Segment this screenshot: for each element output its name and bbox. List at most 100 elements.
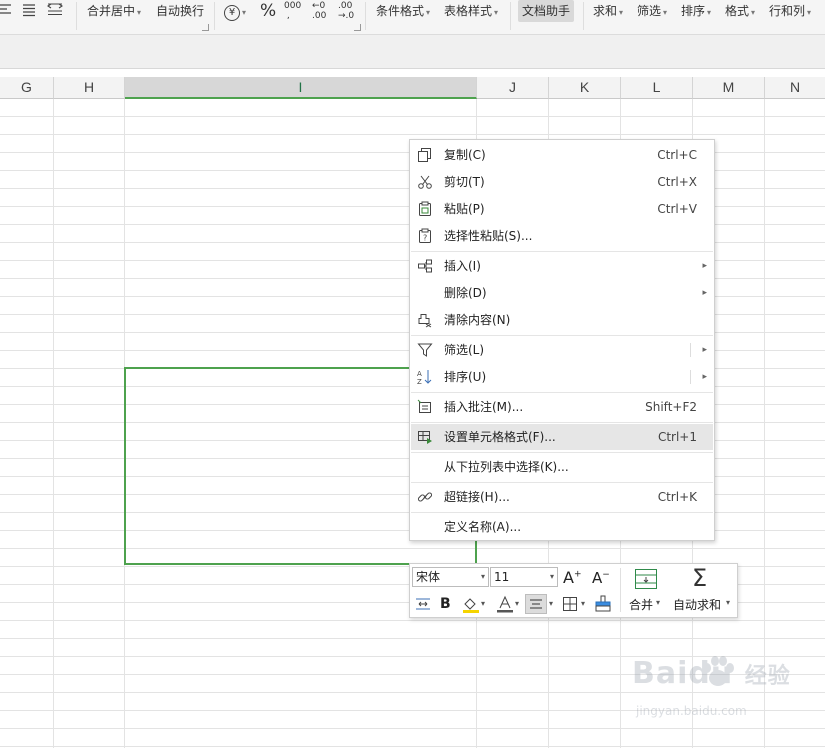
merge-center-button[interactable]: 合并居中 ▾ (87, 0, 141, 22)
merge-cells-icon[interactable] (415, 596, 431, 612)
chevron-down-icon[interactable]: ▾ (549, 599, 553, 608)
sort-icon: AZ (417, 370, 432, 385)
align-center-button[interactable] (525, 594, 547, 614)
format-painter-icon[interactable] (594, 595, 612, 613)
dialog-launcher-icon[interactable] (202, 24, 209, 31)
menu-item-label: 从下拉列表中选择(K)... (444, 460, 569, 474)
column-header-k[interactable]: K (549, 77, 621, 99)
merge-button[interactable]: 合并 ▾ (626, 566, 666, 614)
menu-item-format-cells[interactable]: 设置单元格格式(F)... Ctrl+1 (411, 424, 713, 450)
format-button[interactable]: 格式 ▾ (725, 0, 755, 22)
svg-text:A: A (417, 370, 422, 378)
menu-item-hyperlink[interactable]: 超链接(H)... Ctrl+K (411, 484, 713, 510)
filter-button[interactable]: 筛选 ▾ (637, 0, 667, 22)
font-name-select[interactable]: 宋体 ▾ (412, 567, 489, 587)
ribbon-separator (76, 2, 77, 30)
menu-item-filter[interactable]: 筛选(L) ▸ (411, 337, 713, 363)
link-icon (417, 492, 433, 502)
autosum-button[interactable]: Σ 自动求和 ▾ (670, 564, 736, 614)
menu-item-shortcut: Ctrl+X (657, 175, 697, 189)
menu-item-clear-contents[interactable]: 清除内容(N) (411, 307, 713, 333)
fill-color-icon[interactable] (462, 595, 480, 613)
watermark-brand: Baidu 经验 (632, 656, 791, 691)
percent-icon: % (260, 1, 277, 21)
chevron-down-icon[interactable]: ▾ (481, 599, 485, 608)
column-header-j[interactable]: J (477, 77, 549, 99)
sort-button[interactable]: 排序 ▾ (681, 0, 711, 22)
font-size-select[interactable]: 11 ▾ (490, 567, 558, 587)
menu-item-copy[interactable]: 复制(C) Ctrl+C (411, 142, 713, 168)
menu-item-label: 超链接(H)... (444, 490, 510, 504)
bold-button[interactable]: B (440, 595, 451, 613)
menu-item-label: 选择性粘贴(S)... (444, 229, 533, 243)
format-label: 格式 (725, 4, 750, 18)
menu-separator (411, 392, 713, 393)
wrap-text-button[interactable]: 自动换行 (156, 0, 204, 22)
align-left-icon[interactable] (0, 3, 12, 17)
menu-item-paste[interactable]: 粘贴(P) Ctrl+V (411, 196, 713, 222)
menu-item-label: 删除(D) (444, 286, 487, 300)
menu-item-pick-from-list[interactable]: 从下拉列表中选择(K)... (411, 454, 713, 480)
menu-separator (411, 512, 713, 513)
paste-special-icon: ? (419, 228, 431, 243)
chevron-down-icon: ▾ (549, 572, 554, 581)
menu-item-delete[interactable]: 删除(D) ▸ (411, 280, 713, 306)
conditional-format-button[interactable]: 条件格式 ▾ (376, 0, 430, 22)
borders-icon[interactable] (562, 596, 578, 612)
menu-item-cut[interactable]: 剪切(T) Ctrl+X (411, 169, 713, 195)
menu-item-insert[interactable]: 插入(I) ▸ (411, 253, 713, 279)
sum-button[interactable]: 求和 ▾ (593, 0, 623, 22)
column-header-l[interactable]: L (621, 77, 693, 99)
row-col-button[interactable]: 行和列 ▾ (769, 0, 811, 22)
decrease-decimal-button[interactable]: .00 →.0 (338, 1, 354, 23)
menu-item-sort[interactable]: AZ 排序(U) ▸ (411, 364, 713, 390)
paste-icon (419, 201, 431, 216)
ribbon-separator (214, 2, 215, 30)
dialog-launcher-icon[interactable] (354, 24, 361, 31)
ribbon-toolbar: 合并居中 ▾ 自动换行 ¥ ▾ % 000 , ←0.00 .00 →.0 条件格式 ▾… (0, 0, 825, 35)
merge-center-icon (635, 569, 657, 589)
thousands-separator-button[interactable]: 000 , (284, 1, 301, 23)
increase-font-icon: A+ (563, 568, 582, 588)
conditional-format-label: 条件格式 (376, 4, 425, 18)
chevron-down-icon[interactable]: ▾ (515, 599, 519, 608)
doc-assistant-button[interactable]: 文档助手 (518, 0, 575, 22)
menu-item-label: 插入(I) (444, 259, 481, 273)
doc-assistant-label: 文档助手 (522, 4, 571, 18)
decrease-font-size-button[interactable]: A− (592, 566, 610, 587)
menu-item-label: 清除内容(N) (444, 313, 511, 327)
copy-icon (418, 148, 431, 162)
menu-separator (411, 335, 713, 336)
menu-item-paste-special[interactable]: ? 选择性粘贴(S)... (411, 223, 713, 249)
chevron-down-icon: ▾ (751, 8, 756, 17)
submenu-arrow-icon: ▸ (702, 372, 707, 382)
menu-item-label: 排序(U) (444, 370, 487, 384)
column-header-n[interactable]: N (765, 77, 825, 99)
font-size-value: 11 (494, 570, 510, 584)
increase-decimal-button[interactable]: ←0.00 (312, 1, 326, 23)
column-header-i[interactable]: I (125, 77, 477, 99)
ribbon-separator (583, 2, 584, 30)
menu-item-shortcut: Ctrl+1 (657, 430, 697, 444)
increase-font-size-button[interactable]: A+ (563, 566, 582, 587)
align-justify-icon[interactable] (22, 3, 36, 17)
percent-format-button[interactable]: % (260, 0, 276, 22)
menu-item-label: 筛选(L) (444, 343, 485, 357)
menu-item-define-name[interactable]: 定义名称(A)... (411, 514, 713, 540)
align-center-icon (530, 599, 542, 609)
ribbon-separator (365, 2, 366, 30)
insert-icon (418, 259, 432, 273)
row-col-label: 行和列 (769, 4, 806, 18)
column-header-g[interactable]: G (0, 77, 54, 99)
currency-format-button[interactable]: ¥ ▾ (224, 0, 246, 22)
table-style-button[interactable]: 表格样式 ▾ (444, 0, 498, 22)
menu-item-label: 设置单元格格式(F)... (444, 430, 556, 444)
font-color-icon[interactable] (496, 595, 514, 613)
chevron-down-icon[interactable]: ▾ (581, 599, 585, 608)
thousands-separator-icon: 000 , (284, 1, 302, 21)
chevron-down-icon: ▾ (480, 572, 485, 581)
column-header-h[interactable]: H (54, 77, 125, 99)
column-header-m[interactable]: M (693, 77, 765, 99)
menu-item-insert-comment[interactable]: 插入批注(M)... Shift+F2 (411, 394, 713, 420)
distributed-align-icon[interactable] (46, 2, 64, 18)
